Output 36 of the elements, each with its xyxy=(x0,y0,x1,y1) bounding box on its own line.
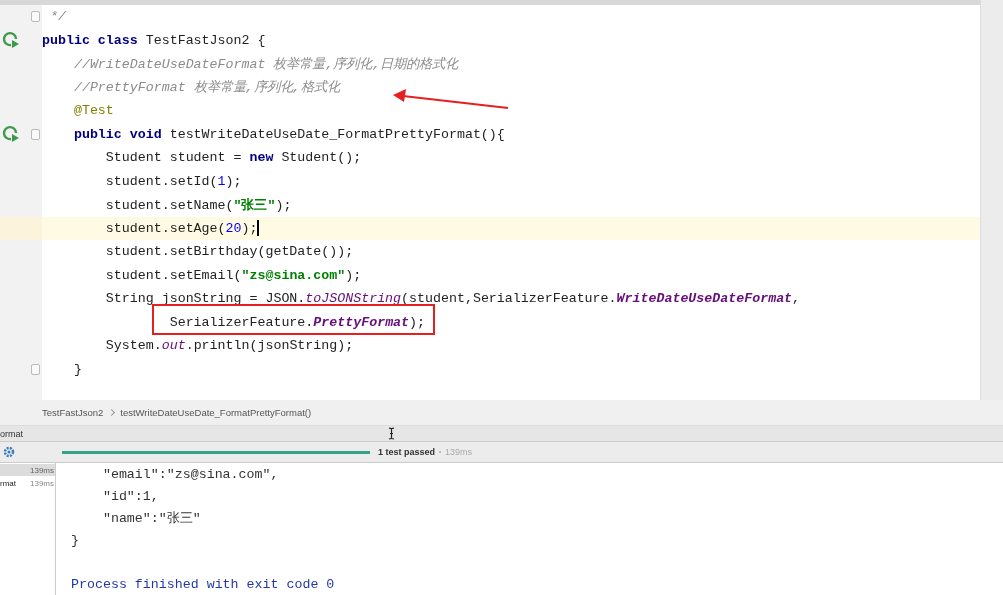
fold-icon[interactable] xyxy=(31,363,40,375)
code-line: student.setAge(20); xyxy=(104,220,258,236)
code-line: SerializerFeature.PrettyFormat); xyxy=(168,314,426,330)
code-line: } xyxy=(72,361,82,377)
code-line: student.setId(1); xyxy=(104,173,242,189)
code-line: public class TestFastJson2 { xyxy=(42,32,266,48)
code-line: student.setBirthday(getDate()); xyxy=(104,244,354,260)
test-status: 1 test passed xyxy=(378,447,436,457)
test-item[interactable]: rmat 139ms xyxy=(0,477,55,489)
code-line: @Test xyxy=(72,103,114,119)
code-line: //PrettyFormat 枚举常量,序列化,格式化 xyxy=(72,79,340,97)
console-line: "email":"zs@sina.com", xyxy=(101,466,279,482)
code-line: public void testWriteDateUseDate_FormatPrettyFormat(){ xyxy=(72,126,505,142)
run-icon[interactable] xyxy=(2,125,20,144)
code-line: */ xyxy=(48,9,66,25)
console-line: } xyxy=(71,532,79,548)
code-line: //WriteDateUseDateFormat 枚举常量,序列化,日期的格式化 xyxy=(72,55,459,73)
run-icon[interactable] xyxy=(2,31,20,50)
code-line: student.setName("张三"); xyxy=(104,196,292,214)
console-line: "id":1, xyxy=(101,488,159,504)
fold-icon[interactable] xyxy=(31,128,40,140)
panel-title: ormat xyxy=(0,428,23,439)
exit-message: Process finished with exit code 0 xyxy=(71,576,335,592)
breadcrumb[interactable]: testWriteDateUseDate_FormatPrettyFormat() xyxy=(120,407,312,418)
text-caret xyxy=(257,220,259,237)
fold-icon[interactable] xyxy=(31,11,40,23)
code-line: Student student = new Student(); xyxy=(104,150,362,166)
code-line: student.setEmail("zs@sina.com"); xyxy=(104,267,362,283)
settings-icon[interactable] xyxy=(3,446,15,458)
console-line: "name":"张三" xyxy=(101,510,201,527)
mouse-cursor-icon xyxy=(387,427,396,440)
test-item[interactable]: 139ms xyxy=(0,464,55,476)
code-line: System.out.println(jsonString); xyxy=(104,338,354,354)
breadcrumb[interactable]: TestFastJson2 xyxy=(42,407,104,418)
code-line: String jsonString = JSON.toJSONString(student,SerializerFeature.WriteDateUseDateFormat, xyxy=(104,291,801,307)
test-duration: 139ms xyxy=(445,447,473,457)
